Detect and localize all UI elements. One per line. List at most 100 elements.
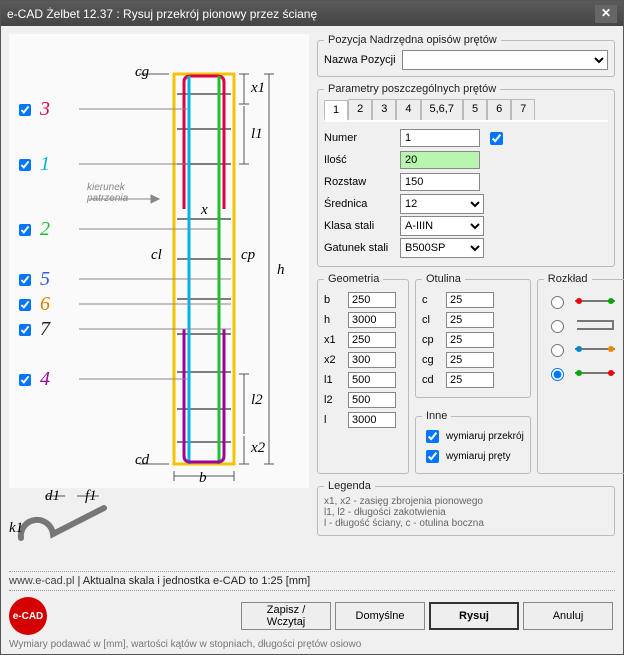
bar-7-checkbox[interactable] <box>19 324 31 336</box>
legend-legend: Legenda <box>324 480 375 492</box>
legend-group: Legenda x1, x2 - zasięg zbrojenia pionow… <box>317 480 615 536</box>
bar-2-checkbox[interactable] <box>19 224 31 236</box>
layout-opt-2[interactable] <box>551 320 564 333</box>
dim-x2: x2 <box>251 440 265 457</box>
legend-line-3: l - długość ściany, c - otulina boczna <box>324 518 608 529</box>
params-legend: Parametry poszczególnych prętów <box>324 83 500 95</box>
close-button[interactable]: ✕ <box>595 5 617 23</box>
cover-group: Otulina c cl cp cg cd <box>415 273 531 398</box>
tab-6[interactable]: 6 <box>487 99 511 120</box>
dim-d1: d1 <box>45 488 60 505</box>
hook-sketch: d1 f1 k1 <box>9 490 309 546</box>
geo-l1[interactable] <box>348 372 396 388</box>
dim-k1: k1 <box>9 520 23 537</box>
gatunek-select[interactable]: B500SP <box>400 238 484 258</box>
section-drawing: 3 1 2 5 6 7 4 cg cd x1 l1 l2 x2 h b cp c… <box>9 34 309 488</box>
tab-567[interactable]: 5,6,7 <box>421 99 463 120</box>
layout-icon-3 <box>573 341 617 357</box>
geo-h[interactable] <box>348 312 396 328</box>
ilosc-label: Ilość <box>324 154 394 166</box>
geo-l2[interactable] <box>348 392 396 408</box>
bar-4-checkbox[interactable] <box>19 374 31 386</box>
layout-group: Rozkład <box>537 273 624 474</box>
status-line: www.e-cad.pl | Aktualna skala i jednostk… <box>9 571 615 591</box>
geometry-legend: Geometria <box>324 273 383 285</box>
default-button[interactable]: Domyślne <box>335 602 425 630</box>
dim-bars-check[interactable] <box>426 450 439 463</box>
gatunek-label: Gatunek stali <box>324 242 394 254</box>
tab-2[interactable]: 2 <box>348 99 372 120</box>
tab-5[interactable]: 5 <box>463 99 487 120</box>
klasa-label: Klasa stali <box>324 220 394 232</box>
tab-4[interactable]: 4 <box>396 99 420 120</box>
bar-6-label: 6 <box>40 293 50 316</box>
cov-cp[interactable] <box>446 332 494 348</box>
tab-7[interactable]: 7 <box>511 99 535 120</box>
dim-cl: cl <box>151 247 162 264</box>
geo-b[interactable] <box>348 292 396 308</box>
position-legend: Pozycja Nadrzędna opisów prętów <box>324 34 501 46</box>
bar-3-checkbox[interactable] <box>19 104 31 116</box>
dim-h: h <box>277 262 285 279</box>
srednica-label: Średnica <box>324 198 394 210</box>
params-group: Parametry poszczególnych prętów 1 2 3 4 … <box>317 83 615 267</box>
dim-section-check[interactable] <box>426 430 439 443</box>
main-window: e-CAD Żelbet 12.37 : Rysuj przekrój pion… <box>0 0 624 655</box>
cov-cl[interactable] <box>446 312 494 328</box>
cover-legend: Otulina <box>422 273 465 285</box>
srednica-select[interactable]: 12 <box>400 194 484 214</box>
ilosc-input[interactable] <box>400 151 480 169</box>
bar-7-label: 7 <box>40 318 50 341</box>
geo-x2[interactable] <box>348 352 396 368</box>
titlebar: e-CAD Żelbet 12.37 : Rysuj przekrój pion… <box>1 1 623 26</box>
save-load-button[interactable]: Zapisz / Wczytaj <box>241 602 331 630</box>
dim-cd: cd <box>135 452 149 469</box>
view-dir2: patrzenia <box>87 193 128 204</box>
ecad-logo: e-CAD <box>9 597 47 635</box>
dim-l2: l2 <box>251 392 263 409</box>
cov-cg[interactable] <box>446 352 494 368</box>
numer-input[interactable] <box>400 129 480 147</box>
layout-opt-3[interactable] <box>551 344 564 357</box>
klasa-select[interactable]: A-IIIN <box>400 216 484 236</box>
other-legend: Inne <box>422 410 451 422</box>
bar-4-label: 4 <box>40 368 50 391</box>
layout-opt-4[interactable] <box>551 368 564 381</box>
layout-opt-1[interactable] <box>551 296 564 309</box>
bar-1-checkbox[interactable] <box>19 159 31 171</box>
cancel-button[interactable]: Anuluj <box>523 602 613 630</box>
rozstaw-input[interactable] <box>400 173 480 191</box>
dim-x: x <box>201 202 208 219</box>
dim-x1: x1 <box>251 80 265 97</box>
geometry-group: Geometria b h x1 x2 l1 l2 l <box>317 273 409 474</box>
bar-6-checkbox[interactable] <box>19 299 31 311</box>
footer-tail: | Aktualna skala i jednostka e-CAD to 1:… <box>74 575 310 587</box>
bar-5-label: 5 <box>40 268 50 291</box>
layout-legend: Rozkład <box>544 273 592 285</box>
bar-3-label: 3 <box>40 98 50 121</box>
draw-button[interactable]: Rysuj <box>429 602 519 630</box>
geo-l[interactable] <box>348 412 396 428</box>
numer-checkbox[interactable] <box>490 132 503 145</box>
other-group: Inne wymiaruj przekrój wymiaruj pręty <box>415 410 531 474</box>
dim-l1: l1 <box>251 126 263 143</box>
cov-cd[interactable] <box>446 372 494 388</box>
footer-url[interactable]: www.e-cad.pl <box>9 575 74 587</box>
dim-b: b <box>199 470 207 487</box>
tab-3[interactable]: 3 <box>372 99 396 120</box>
bar-5-checkbox[interactable] <box>19 274 31 286</box>
dim-cp: cp <box>241 247 255 264</box>
legend-line-2: l1, l2 - długości zakotwienia <box>324 507 608 518</box>
window-title: e-CAD Żelbet 12.37 : Rysuj przekrój pion… <box>7 7 595 21</box>
tab-1[interactable]: 1 <box>324 100 348 121</box>
geo-x1[interactable] <box>348 332 396 348</box>
numer-label: Numer <box>324 132 394 144</box>
layout-icon-4 <box>573 365 617 381</box>
position-group: Pozycja Nadrzędna opisów prętów Nazwa Po… <box>317 34 615 77</box>
view-dir1: kierunek <box>87 182 125 193</box>
layout-icon-1 <box>573 293 617 309</box>
cov-c[interactable] <box>446 292 494 308</box>
hint-line: Wymiary podawać w [mm], wartości kątów w… <box>9 639 615 650</box>
position-select[interactable] <box>402 50 608 70</box>
tabs: 1 2 3 4 5,6,7 5 6 7 <box>324 99 608 122</box>
